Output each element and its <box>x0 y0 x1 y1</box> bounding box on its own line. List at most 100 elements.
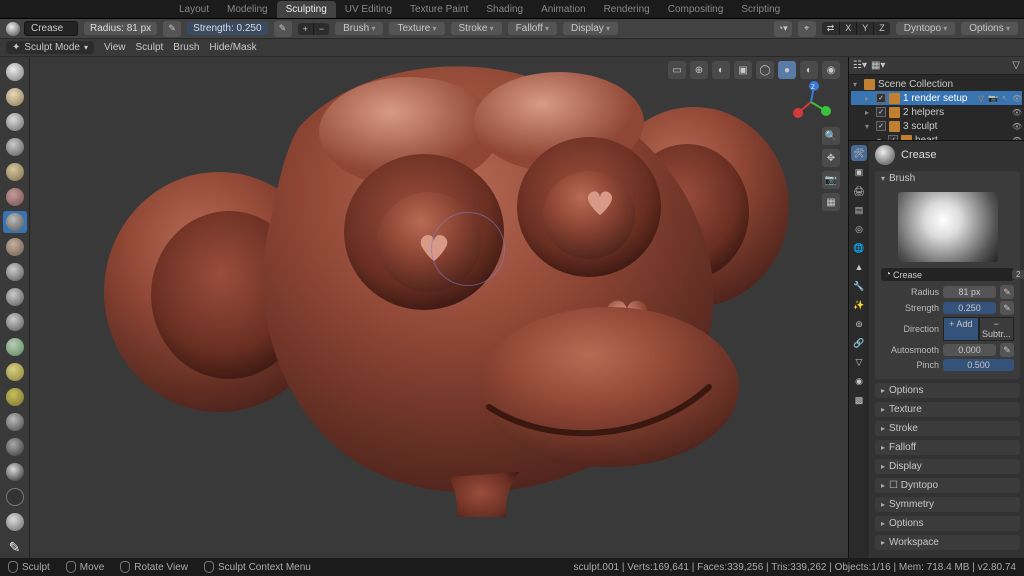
brush-name-datablock[interactable]: ◔ 2 🛡 ❐ ✕ <box>881 268 1014 281</box>
prop-tab-viewlayer[interactable]: ▤ <box>851 202 867 218</box>
outliner-item[interactable]: ▸1 render setup▽📷↖👁 <box>851 91 1022 105</box>
outliner-item[interactable]: ▸2 helpers👁 <box>851 105 1022 119</box>
prop-tab-material[interactable]: ◉ <box>851 373 867 389</box>
brush-scrape[interactable] <box>3 311 27 333</box>
hidemask-menu[interactable]: Hide/Mask <box>209 42 256 53</box>
brush-claystrips[interactable] <box>3 111 27 133</box>
scene-selector[interactable]: Day 02 - Delight ✕ ❐ <box>791 1 920 17</box>
3d-viewport[interactable]: ▭ ⊕ ◐ ▣ ◯ ● ◐ ◉ Z 🔍 ✥ 📷 ▦ <box>30 57 848 558</box>
prop-tab-particles[interactable]: ✨ <box>851 297 867 313</box>
brush-rotate[interactable] <box>3 461 27 483</box>
tab-layout[interactable]: Layout <box>170 1 218 18</box>
texture-menu[interactable]: Texture <box>389 22 444 35</box>
brush-thumb[interactable] <box>3 411 27 433</box>
brush-menu[interactable]: Brush <box>335 22 383 35</box>
pan-icon[interactable]: ✥ <box>822 149 840 167</box>
brush-snakehook[interactable] <box>3 386 27 408</box>
prop-tab-output[interactable]: 🖨 <box>851 183 867 199</box>
brush-layer[interactable] <box>3 136 27 158</box>
persp-ortho-icon[interactable]: ▦ <box>822 193 840 211</box>
subpanel-symmetry[interactable]: Symmetry <box>875 497 1020 512</box>
brush-fill[interactable] <box>3 286 27 308</box>
visibility-icon[interactable]: 👁 <box>1012 107 1022 117</box>
mesh-data-icon[interactable]: ▽ <box>976 93 986 103</box>
subpanel-falloff[interactable]: Falloff <box>875 440 1020 455</box>
subpanel-stroke[interactable]: Stroke <box>875 421 1020 436</box>
tab-animation[interactable]: Animation <box>532 1 594 18</box>
dyntopo-dropdown[interactable]: Dyntopo <box>896 22 956 35</box>
tab-rendering[interactable]: Rendering <box>595 1 659 18</box>
collection-checkbox[interactable] <box>876 93 886 103</box>
camera-restrict-icon[interactable]: 📷 <box>988 93 998 103</box>
prop-autosmooth[interactable]: 0.000 <box>943 344 996 356</box>
prop-tab-object[interactable]: ▲ <box>851 259 867 275</box>
brush-users-count[interactable]: 2 <box>1012 270 1024 279</box>
display-menu[interactable]: Display <box>563 22 618 35</box>
menu-edit[interactable]: Edit <box>52 2 81 17</box>
brush-grab[interactable] <box>3 361 27 383</box>
direction-radio[interactable]: + Add− Subtr... <box>943 317 1014 341</box>
sculpt-menu[interactable]: Sculpt <box>136 42 164 53</box>
collection-checkbox[interactable] <box>876 107 886 117</box>
tab-texturepaint[interactable]: Texture Paint <box>401 1 477 18</box>
tab-uvediting[interactable]: UV Editing <box>336 1 401 18</box>
prop-tab-world[interactable]: 🌐 <box>851 240 867 256</box>
brush-flatten[interactable] <box>3 261 27 283</box>
subpanel-workspace[interactable]: Workspace <box>875 535 1020 550</box>
prop-tab-texture[interactable]: ▩ <box>851 392 867 408</box>
tab-sculpting[interactable]: Sculpting <box>277 1 336 18</box>
options-dropdown[interactable]: Options <box>961 22 1018 35</box>
prop-pinch[interactable]: 0.500 <box>943 359 1014 371</box>
overlay-dropdown-icon[interactable]: ◔▾ <box>774 21 792 37</box>
menu-file[interactable]: File <box>22 2 50 17</box>
tab-shading[interactable]: Shading <box>477 1 532 18</box>
collection-checkbox[interactable] <box>876 121 886 131</box>
nav-gizmo[interactable]: Z <box>790 81 832 123</box>
shading-wire-icon[interactable]: ◯ <box>756 61 774 79</box>
visibility-icon[interactable]: 👁 <box>1012 93 1022 103</box>
new-scene-icon[interactable]: ❐ <box>900 3 912 15</box>
brush-smooth[interactable] <box>3 236 27 258</box>
tab-compositing[interactable]: Compositing <box>659 1 733 18</box>
outliner-scene-collection[interactable]: ▾ Scene Collection <box>851 77 1022 91</box>
shading-lookdev-icon[interactable]: ◐ <box>800 61 818 79</box>
tab-modeling[interactable]: Modeling <box>218 1 277 18</box>
radius-slider[interactable]: Radius: 81 px <box>84 22 157 35</box>
prop-tab-render[interactable]: ▣ <box>851 164 867 180</box>
subpanel-options[interactable]: Options <box>875 516 1020 531</box>
brush-datablock-input[interactable] <box>893 270 1010 280</box>
brush-simplify[interactable] <box>3 511 27 533</box>
menu-render[interactable]: Render <box>83 2 128 17</box>
prop-radius[interactable]: 81 px <box>943 286 996 298</box>
brush-clay[interactable] <box>3 86 27 108</box>
view-menu[interactable]: View <box>104 42 126 53</box>
brush-panel-header[interactable]: Brush <box>875 171 1020 186</box>
prop-tab-constraints[interactable]: 🔗 <box>851 335 867 351</box>
brush-inflate[interactable] <box>3 161 27 183</box>
new-layer-icon[interactable]: ❐ <box>1001 3 1013 15</box>
outliner-editor-icon[interactable]: ☷▾ <box>853 60 867 71</box>
outliner-filter-icon[interactable]: ▽ <box>1012 60 1020 71</box>
visibility-icon[interactable]: 👁 <box>1012 121 1022 131</box>
tool-annotate[interactable]: ✎ <box>3 536 27 558</box>
prop-tab-tool[interactable]: 🛠 <box>851 145 867 161</box>
subpanel-display[interactable]: Display <box>875 459 1020 474</box>
brush-blob[interactable] <box>3 186 27 208</box>
strength-slider[interactable]: Strength: 0.250 <box>187 22 267 35</box>
selectable-icon[interactable]: ↖ <box>1000 93 1010 103</box>
prop-tab-physics[interactable]: ⊚ <box>851 316 867 332</box>
gizmo-toggle-icon[interactable]: ⊕ <box>690 61 708 79</box>
mirror-axes[interactable]: ⇄XYZ <box>822 22 890 35</box>
autosmooth-pen-icon[interactable]: ✎ <box>1000 343 1014 357</box>
overlay-toggle-icon[interactable]: ◐ <box>712 61 730 79</box>
prop-strength[interactable]: 0.250 <box>943 302 996 314</box>
unlink-scene-icon[interactable]: ✕ <box>885 4 896 15</box>
active-brush-icon[interactable] <box>875 145 895 165</box>
prop-tab-mesh[interactable]: ▽ <box>851 354 867 370</box>
zoom-icon[interactable]: 🔍 <box>822 127 840 145</box>
brush-name-input[interactable] <box>31 23 71 34</box>
subpanel-texture[interactable]: Texture <box>875 402 1020 417</box>
brush-name-field[interactable] <box>24 21 78 36</box>
strength-pressure-icon[interactable]: ✎ <box>274 21 292 37</box>
tab-scripting[interactable]: Scripting <box>732 1 789 18</box>
